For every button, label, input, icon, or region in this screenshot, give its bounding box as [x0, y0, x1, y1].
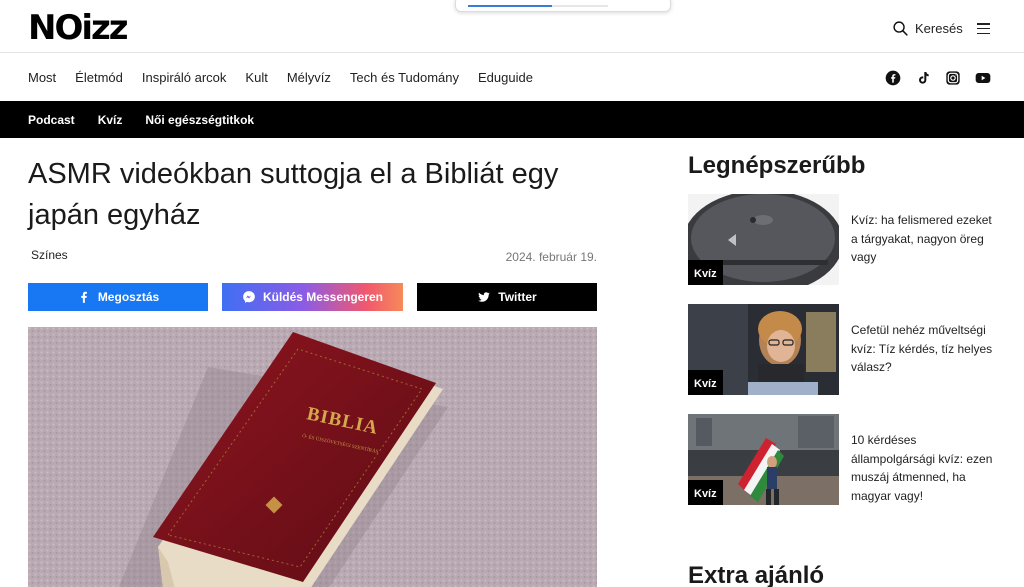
popular-card-1[interactable]: Kvíz Kvíz: ha felismered ezeket a tárgya… — [688, 194, 1008, 285]
share-messenger-label: Küldés Messengeren — [262, 290, 384, 304]
nav-item-melyviz[interactable]: Mélyvíz — [287, 70, 331, 85]
nav-item-kult[interactable]: Kult — [245, 70, 267, 85]
search-label: Keresés — [915, 21, 963, 36]
facebook-f-icon — [81, 291, 87, 303]
popular-card-1-title[interactable]: Kvíz: ha felismered ezeket a tárgyakat, … — [851, 211, 1001, 267]
article-date: 2024. február 19. — [505, 250, 597, 264]
social-links — [884, 69, 1004, 86]
sidebar-extra-title: Extra ajánló — [688, 562, 825, 587]
popular-card-3-title[interactable]: 10 kérdéses állampolgársági kvíz: ezen m… — [851, 431, 1001, 505]
nav-item-most[interactable]: Most — [28, 70, 56, 85]
share-messenger-button[interactable]: Küldés Messengeren — [222, 283, 403, 311]
instagram-icon[interactable] — [944, 69, 961, 86]
nav-item-eletmod[interactable]: Életmód — [75, 70, 123, 85]
nav-item-inspiralo-arcok[interactable]: Inspiráló arcok — [142, 70, 227, 85]
popular-card-2-title[interactable]: Cefetül nehéz műveltségi kvíz: Tíz kérdé… — [851, 321, 1001, 377]
article-category[interactable]: Színes — [31, 248, 68, 262]
subnav-item-noi-egeszsegtitkok[interactable]: Női egészségtitkok — [145, 113, 254, 127]
sidebar-popular-title: Legnépszerűbb — [688, 152, 866, 179]
secondary-nav: Podcast Kvíz Női egészségtitkok — [0, 101, 1024, 138]
secondary-nav-list: Podcast Kvíz Női egészségtitkok — [28, 113, 277, 127]
subnav-item-podcast[interactable]: Podcast — [28, 113, 75, 127]
popular-card-1-badge: Kvíz — [688, 260, 723, 285]
popular-card-3-thumb[interactable]: Kvíz — [688, 414, 839, 505]
tiktok-icon[interactable] — [914, 69, 931, 86]
nav-item-tech-es-tudomany[interactable]: Tech és Tudomány — [350, 70, 459, 85]
popular-card-2-badge: Kvíz — [688, 370, 723, 395]
popular-card-2-thumb[interactable]: Kvíz — [688, 304, 839, 395]
share-facebook-label: Megosztás — [97, 290, 160, 304]
facebook-icon[interactable] — [884, 69, 901, 86]
twitter-bird-icon — [478, 292, 491, 302]
subnav-item-kviz[interactable]: Kvíz — [98, 113, 123, 127]
search-icon — [893, 21, 908, 36]
search-button[interactable]: Keresés — [892, 20, 963, 37]
share-twitter-button[interactable]: Twitter — [417, 283, 597, 311]
site-logo[interactable]: NOizz — [28, 11, 129, 45]
messenger-icon — [243, 291, 255, 303]
popular-card-1-thumb[interactable]: Kvíz — [688, 194, 839, 285]
article-title: ASMR videókban suttogja el a Bibliát egy… — [28, 158, 559, 231]
site-header: NOizz Keresés — [0, 0, 1024, 53]
popular-card-3[interactable]: Kvíz 10 kérdéses állampolgársági kvíz: e… — [688, 414, 1008, 505]
share-twitter-label: Twitter — [498, 290, 537, 304]
main-nav-list: Most Életmód Inspiráló arcok Kult Mélyví… — [28, 70, 552, 85]
popular-card-3-badge: Kvíz — [688, 480, 723, 505]
nav-item-eduguide[interactable]: Eduguide — [478, 70, 533, 85]
popular-card-2[interactable]: Kvíz Cefetül nehéz műveltségi kvíz: Tíz … — [688, 304, 1008, 395]
share-facebook-button[interactable]: Megosztás — [28, 283, 208, 311]
hamburger-menu-icon[interactable] — [977, 23, 990, 35]
youtube-icon[interactable] — [974, 69, 991, 86]
main-nav: Most Életmód Inspiráló arcok Kult Mélyví… — [0, 53, 1024, 101]
article-hero-image: BIBLIA Ó- ÉS ÚJSZÖVETSÉGI SZENTÍRÁS — [28, 327, 597, 587]
